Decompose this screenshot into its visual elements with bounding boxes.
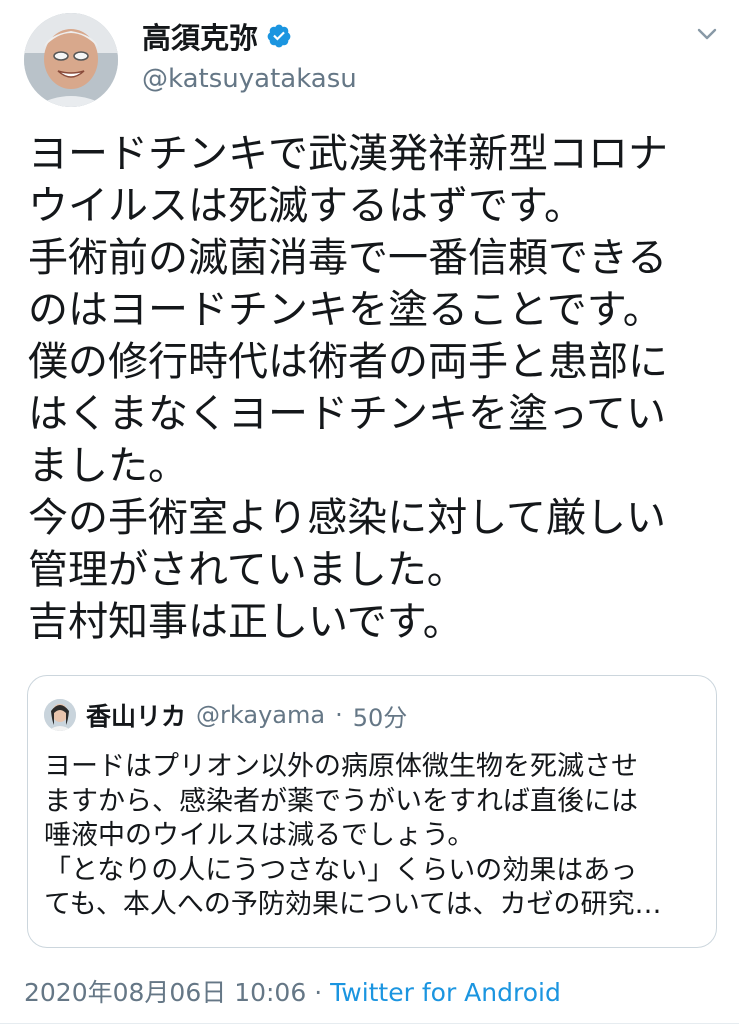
- tweet-text-line: はくまなくヨードチンキを塗ってい: [28, 391, 666, 437]
- tweet-text-line: 今の手術室より感染に対して厳しい: [28, 495, 666, 541]
- quoted-text-line: ヨードはプリオン以外の病原体微生物を死滅させ: [44, 751, 638, 782]
- author-avatar[interactable]: [24, 13, 118, 107]
- source-link[interactable]: Twitter for Android: [330, 978, 561, 1007]
- quoted-author-handle: @rkayama: [196, 701, 326, 729]
- tweet-text-line: 管理がされていました。: [28, 547, 467, 593]
- tweet-text-line: のはヨードチンキを塗ることです。: [28, 287, 663, 333]
- quoted-author-avatar: [44, 699, 76, 731]
- tweet-text-line: 吉村知事は正しいです。: [28, 599, 463, 645]
- tweet-text-line: ヨードチンキで武漢発祥新型コロナ: [28, 131, 668, 177]
- author-handle[interactable]: @katsuyatakasu: [142, 64, 357, 94]
- quoted-text-line: 唾液中のウイルスは減るでしょう。: [44, 820, 475, 851]
- quoted-author-name: 香山リカ: [86, 702, 187, 731]
- tweet-footer: 2020年08月06日 10:06 · Twitter for Android: [24, 973, 561, 1009]
- footer-separator: ·: [314, 978, 323, 1007]
- quoted-tweet[interactable]: 香山リカ @rkayama · 50分 ヨードはプリオン以外の病原体微生物を死滅…: [27, 675, 717, 948]
- tweet-text-line: 僕の修行時代は術者の両手と患部に: [28, 339, 668, 385]
- author-display-name[interactable]: 高須克弥: [142, 15, 258, 57]
- quoted-text-line: ても、本人への予防効果については、カゼの研究…: [44, 889, 662, 920]
- tweet: 高須克弥 @katsuyatakasu ヨードチンキで武漢発祥新型コロナ ウイル…: [0, 0, 739, 1024]
- tweet-text-line: ウイルスは死滅するはずです。: [28, 183, 584, 229]
- tweet-text-line: ました。: [28, 443, 188, 489]
- quoted-meta-separator: ·: [335, 701, 343, 729]
- quoted-tweet-header: 香山リカ @rkayama · 50分: [44, 698, 407, 732]
- quoted-tweet-text: ヨードはプリオン以外の病原体微生物を死滅させ ますから、感染者が薬でうがいをすれ…: [44, 750, 704, 923]
- author-info: 高須克弥 @katsuyatakasu: [142, 18, 357, 94]
- quoted-timestamp: 50分: [352, 703, 408, 732]
- quoted-text-line: ますから、感染者が薬でうがいをすれば直後には: [44, 785, 638, 817]
- verified-badge-icon: [266, 23, 292, 49]
- tweet-text-line: 手術前の滅菌消毒で一番信頼できる: [28, 235, 668, 281]
- tweet-text: ヨードチンキで武漢発祥新型コロナ ウイルスは死滅するはずです。 手術前の滅菌消毒…: [28, 128, 718, 648]
- quoted-text-line: 「となりの人にうつさない」くらいの効果はあっ: [44, 854, 638, 886]
- tweet-timestamp[interactable]: 2020年08月06日 10:06: [24, 978, 306, 1007]
- chevron-down-icon[interactable]: [695, 22, 719, 46]
